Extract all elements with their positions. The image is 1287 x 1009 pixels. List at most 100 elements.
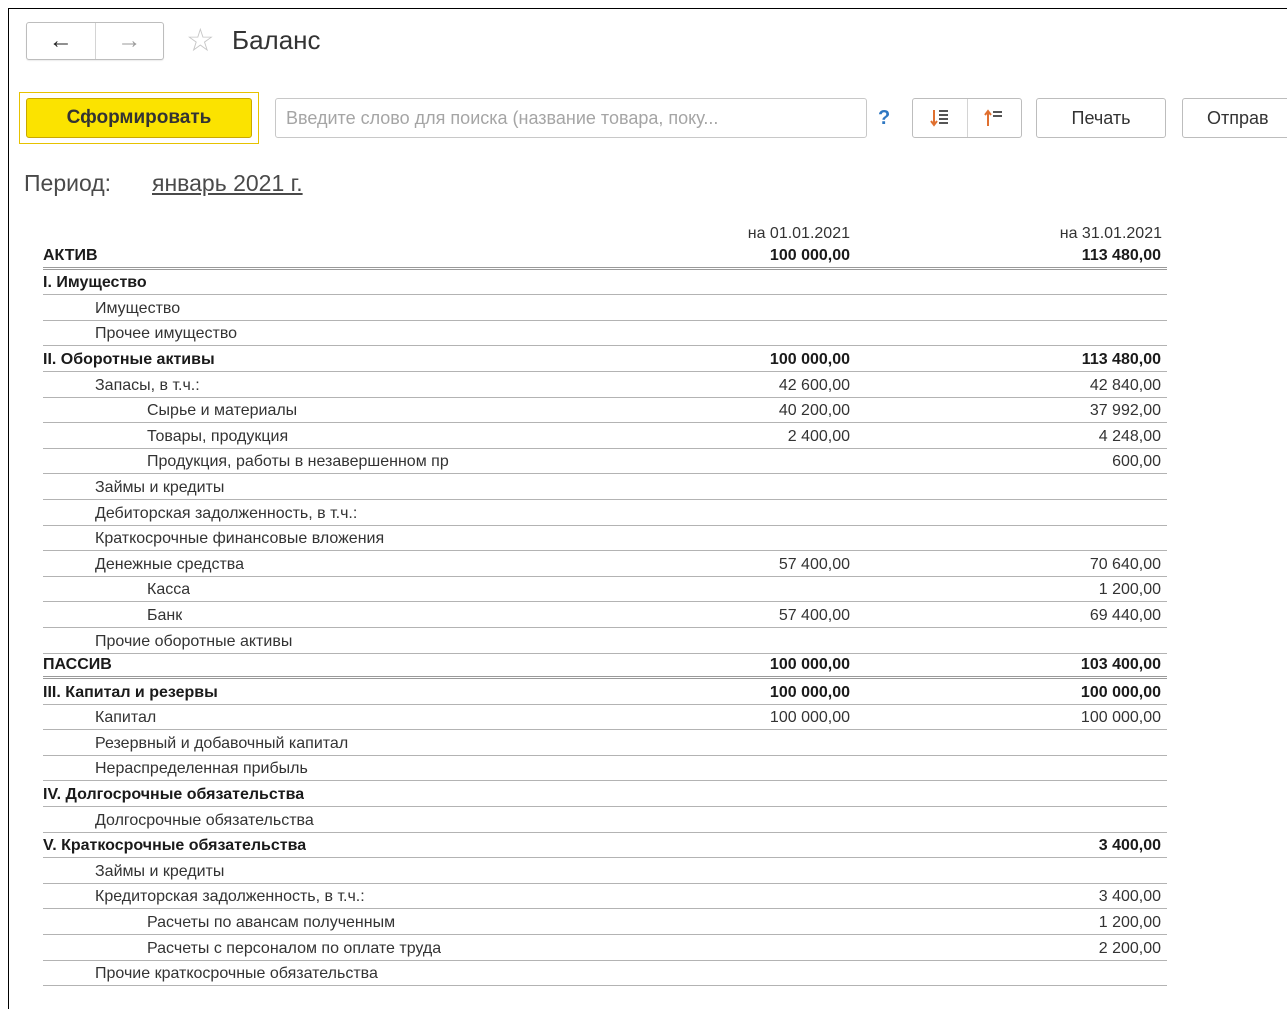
row-value-start: 2 400,00 xyxy=(787,427,850,445)
row-name: АКТИВ xyxy=(43,246,98,264)
table-row[interactable]: Дебиторская задолженность, в т.ч.: xyxy=(43,500,1167,526)
table-row[interactable]: ПАССИВ 100 000,00 103 400,00 xyxy=(43,654,1167,680)
row-name: I. Имущество xyxy=(43,274,147,292)
row-value-end: 113 480,00 xyxy=(1081,246,1161,264)
table-row[interactable]: IV. Долгосрочные обязательства xyxy=(43,781,1167,808)
row-value-start: 40 200,00 xyxy=(778,402,850,420)
row-name: IV. Долгосрочные обязательства xyxy=(43,786,305,804)
sort-descending-button[interactable] xyxy=(966,99,1022,137)
period-label: Период: xyxy=(24,170,112,196)
row-value-start: 57 400,00 xyxy=(778,606,850,624)
table-row[interactable]: Кредиторская задолженность, в т.ч.: 3 400… xyxy=(43,884,1167,910)
arrow-left-icon: ← xyxy=(48,27,73,54)
row-value-end: 4 248,00 xyxy=(1098,427,1161,445)
star-icon[interactable]: ☆ xyxy=(186,22,215,58)
column-header-end: на 31.01.2021 xyxy=(1059,225,1162,242)
row-value-end: 1 200,00 xyxy=(1098,581,1161,599)
row-value-start: 57 400,00 xyxy=(778,555,850,573)
sort-ascending-button[interactable] xyxy=(913,99,967,137)
row-value-end: 42 840,00 xyxy=(1089,376,1161,394)
row-value-end: 70 640,00 xyxy=(1089,555,1161,573)
row-value-end: 1 200,00 xyxy=(1098,914,1161,932)
table-row[interactable]: Банк 57 400,00 69 440,00 xyxy=(43,602,1167,628)
table-row[interactable]: I. Имущество xyxy=(43,270,1167,296)
generate-button[interactable]: Сформировать xyxy=(26,98,252,138)
row-name: Расчеты с персоналом по оплате труда xyxy=(147,939,442,957)
row-name: Долгосрочные обязательства xyxy=(95,811,314,829)
row-name: Прочие краткосрочные обязательства xyxy=(95,965,378,983)
row-name: Прочее имущество xyxy=(95,325,238,343)
row-name: Резервный и добавочный капитал xyxy=(95,734,349,752)
row-name: Займы и кредиты xyxy=(95,862,225,880)
window-frame-left xyxy=(8,8,9,1009)
table-row[interactable]: Прочие оборотные активы xyxy=(43,628,1167,654)
sort-ascending-icon xyxy=(929,110,948,127)
table-row[interactable]: Займы и кредиты xyxy=(43,474,1167,500)
column-header-start: на 01.01.2021 xyxy=(747,225,850,242)
row-name: Расчеты по авансам полученным xyxy=(147,914,396,932)
row-value-end: 3 400,00 xyxy=(1098,837,1161,855)
page-title: Баланс xyxy=(232,25,321,55)
row-name: Продукция, работы в незавершенном пр xyxy=(147,453,449,471)
table-row[interactable]: Расчеты с персоналом по оплате труда 2 20… xyxy=(43,935,1167,961)
row-value-end: 113 480,00 xyxy=(1081,350,1161,368)
table-row[interactable]: Долгосрочные обязательства xyxy=(43,807,1167,833)
window-frame-top xyxy=(8,8,1287,9)
table-row[interactable]: Займы и кредиты xyxy=(43,858,1167,884)
help-icon[interactable]: ? xyxy=(878,104,890,132)
row-value-end: 3 400,00 xyxy=(1098,888,1161,906)
row-value-end: 2 200,00 xyxy=(1098,939,1161,957)
row-value-start: 42 600,00 xyxy=(778,376,850,394)
row-name: Займы и кредиты xyxy=(95,478,225,496)
row-name: III. Капитал и резервы xyxy=(43,683,218,701)
row-value-end: 100 000,00 xyxy=(1080,683,1161,701)
search-input[interactable] xyxy=(275,98,867,138)
table-row[interactable]: V. Краткосрочные обязательства 3 400,00 xyxy=(43,833,1167,859)
navigation-buttons: ← → xyxy=(26,22,164,60)
table-row[interactable]: Имущество xyxy=(43,295,1167,321)
row-name: Имущество xyxy=(95,299,181,317)
print-button[interactable]: Печать xyxy=(1036,98,1166,138)
row-name: Краткосрочные финансовые вложения xyxy=(95,530,385,548)
table-row[interactable]: Расчеты по авансам полученным 1 200,00 xyxy=(43,909,1167,936)
row-name: Запасы, в т.ч.: xyxy=(95,376,200,394)
table-row[interactable]: Прочее имущество xyxy=(43,321,1167,347)
row-name: Денежные средства xyxy=(95,555,244,573)
back-button[interactable]: ← xyxy=(27,23,95,59)
row-name: Прочие оборотные активы xyxy=(95,632,293,650)
table-row[interactable]: Денежные средства 57 400,00 70 640,00 xyxy=(43,551,1167,577)
row-value-start: 100 000,00 xyxy=(769,246,850,264)
row-name: Кредиторская задолженность, в т.ч.: xyxy=(95,888,365,906)
table-row[interactable]: III. Капитал и резервы 100 000,00 100 000,… xyxy=(43,679,1167,705)
table-row[interactable]: Нераспределенная прибыль xyxy=(43,756,1167,782)
table-row[interactable]: Сырье и материалы 40 200,00 37 992,00 xyxy=(43,398,1167,424)
row-value-start: 100 000,00 xyxy=(769,683,850,701)
forward-button[interactable]: → xyxy=(94,23,164,59)
table-row[interactable]: Краткосрочные финансовые вложения xyxy=(43,526,1167,552)
row-name: Касса xyxy=(147,581,191,599)
table-row[interactable]: АКТИВ 100 000,00 113 480,00 xyxy=(43,244,1167,270)
row-name: Товары, продукция xyxy=(147,427,289,445)
row-name: Сырье и материалы xyxy=(147,402,298,420)
row-name: Банк xyxy=(147,606,183,624)
balance-report-table: АКТИВ 100 000,00 113 480,00 I. Имущество Иму… xyxy=(43,244,1167,987)
arrow-right-icon: → xyxy=(117,27,142,54)
table-row[interactable]: Резервный и добавочный капитал xyxy=(43,730,1167,756)
period-link[interactable]: январь 2021 г. xyxy=(152,168,303,198)
send-button[interactable]: Отправ xyxy=(1182,98,1287,138)
row-value-end: 69 440,00 xyxy=(1089,606,1161,624)
row-value-end: 103 400,00 xyxy=(1080,656,1161,674)
table-row[interactable]: Запасы, в т.ч.: 42 600,00 42 840,00 xyxy=(43,372,1167,398)
table-row[interactable]: Прочие краткосрочные обязательства xyxy=(43,961,1167,987)
table-row[interactable]: Капитал 100 000,00 100 000,00 xyxy=(43,705,1167,731)
row-value-start: 100 000,00 xyxy=(769,350,850,368)
table-row[interactable]: Касса 1 200,00 xyxy=(43,577,1167,603)
row-value-end: 37 992,00 xyxy=(1089,402,1161,420)
table-row[interactable]: II. Оборотные активы 100 000,00 113 480,00 xyxy=(43,346,1167,372)
row-value-start: 100 000,00 xyxy=(769,656,850,674)
sort-descending-icon xyxy=(984,109,1003,126)
row-value-start: 100 000,00 xyxy=(769,709,850,727)
row-value-end: 100 000,00 xyxy=(1080,709,1161,727)
table-row[interactable]: Продукция, работы в незавершенном пр 600,… xyxy=(43,449,1167,475)
table-row[interactable]: Товары, продукция 2 400,00 4 248,00 xyxy=(43,423,1167,449)
